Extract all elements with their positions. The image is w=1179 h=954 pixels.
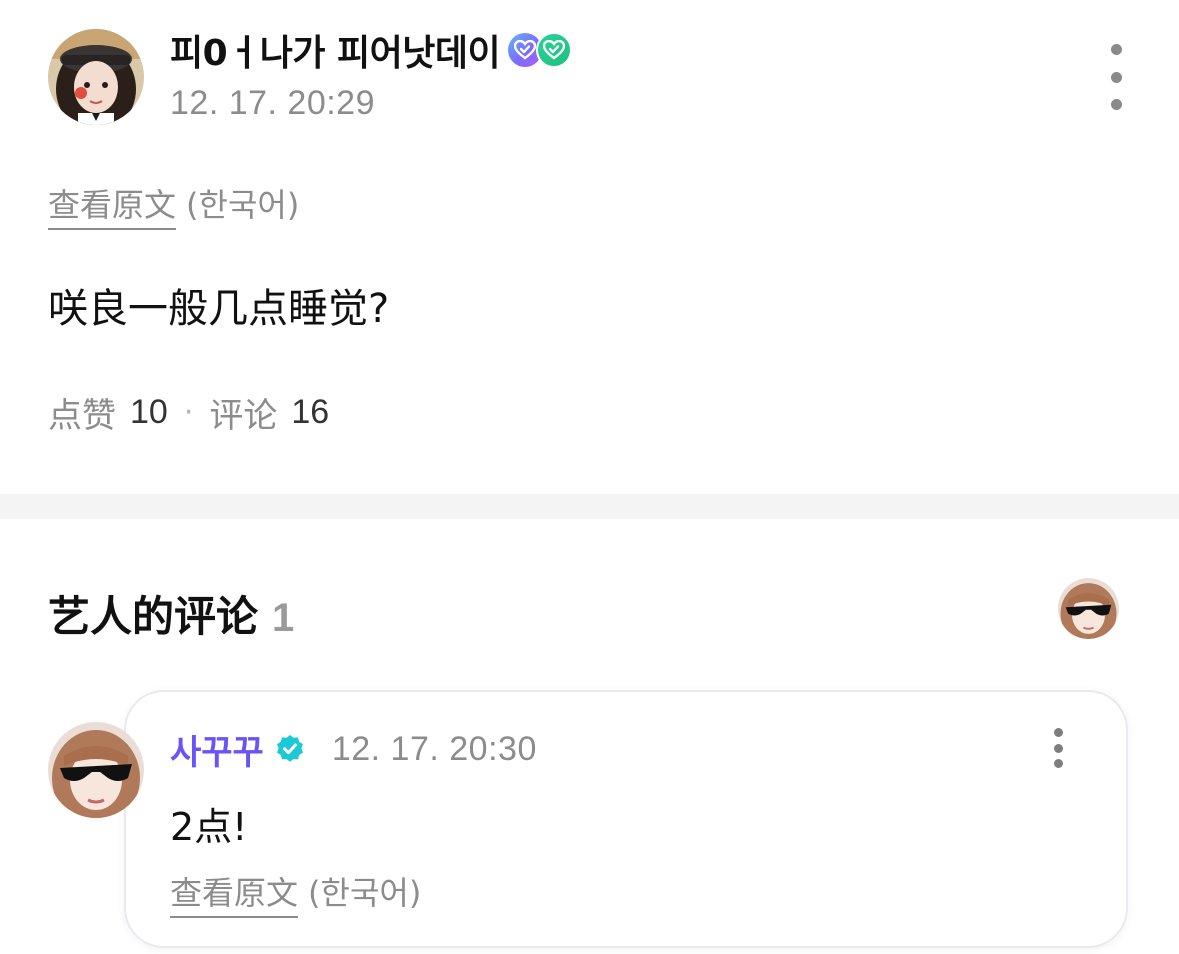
post-author-avatar[interactable]	[48, 29, 144, 125]
artist-comments-title: 艺人的评论	[48, 592, 259, 641]
stats-separator: ·	[183, 395, 194, 430]
comment-view-original: 查看原文 (한국어)	[170, 868, 421, 918]
post-view-original-link[interactable]: 查看原文	[48, 180, 177, 230]
post-author-name[interactable]: 피0ㅓ나가 피어낫데이	[170, 24, 501, 76]
post-view-original: 查看原文 (한국어)	[48, 180, 299, 230]
comment-view-original-link[interactable]: 查看原文	[170, 868, 299, 918]
more-dot	[1053, 728, 1063, 737]
heart-check-green-badge-icon	[536, 32, 573, 68]
more-dot	[1110, 71, 1122, 83]
post-detail-page: 피0ㅓ나가 피어낫데이 12. 17. 20:29 查看原文 (한국어) 咲良一…	[0, 0, 1179, 954]
post-body-text: 咲良一般几点睡觉?	[48, 286, 390, 332]
artist-avatar-image	[1058, 578, 1119, 639]
comment-more-options-icon[interactable]	[1042, 728, 1074, 768]
post-author-avatar-image	[48, 29, 144, 125]
artist-comment-header: 사꾸꾸 12. 17. 20:30	[170, 725, 537, 774]
artist-comment-timestamp: 12. 17. 20:30	[331, 729, 537, 768]
comments-label[interactable]: 评论	[209, 388, 277, 437]
likes-count: 10	[130, 393, 168, 431]
more-dot	[1053, 759, 1063, 768]
post-timestamp: 12. 17. 20:29	[170, 84, 376, 122]
post-original-language: (한국어)	[186, 186, 300, 224]
comments-count: 16	[291, 393, 330, 431]
more-dot	[1053, 743, 1063, 753]
more-dot	[1110, 99, 1122, 110]
author-badges	[508, 32, 573, 68]
artist-comments-header: 艺人的评论 1	[48, 583, 294, 644]
section-divider	[0, 494, 1179, 519]
post-stats: 点赞 10 · 评论 16	[48, 388, 329, 437]
artist-comment-avatar[interactable]	[48, 722, 144, 818]
artist-filter-avatar[interactable]	[1058, 578, 1119, 639]
more-dot	[1110, 44, 1122, 55]
post-author-row: 피0ㅓ나가 피어낫데이	[170, 24, 573, 76]
comment-original-language: (한국어)	[308, 874, 422, 912]
verified-check-icon	[274, 733, 306, 765]
post-more-options-icon[interactable]	[1096, 44, 1136, 110]
artist-comment-author[interactable]: 사꾸꾸	[170, 725, 264, 774]
likes-label[interactable]: 点赞	[48, 388, 116, 437]
artist-comment-avatar-image	[48, 722, 144, 818]
artist-comment-body: 2点!	[170, 805, 248, 849]
artist-comments-count: 1	[272, 596, 295, 640]
